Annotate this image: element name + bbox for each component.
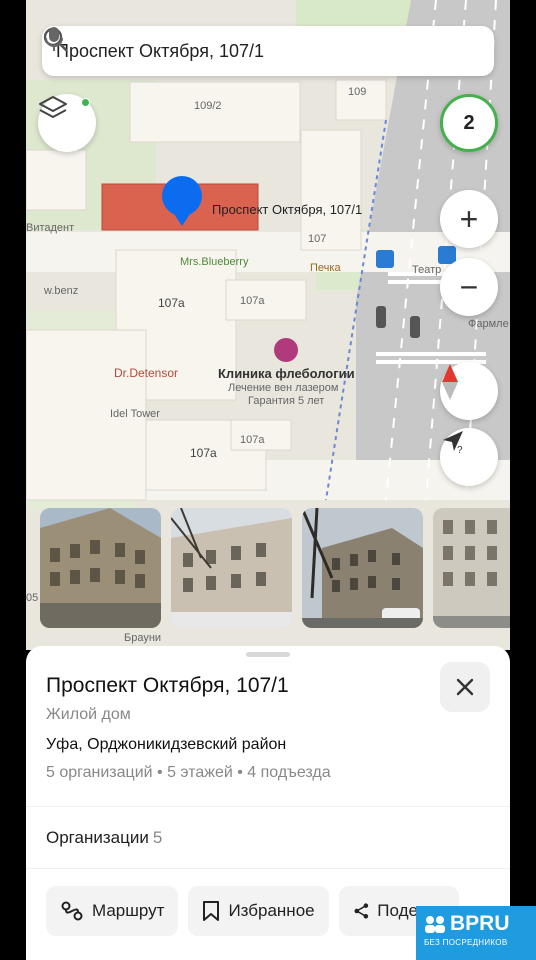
close-button[interactable] — [440, 662, 490, 712]
search-bar[interactable]: Проспект Октября, 107/1 — [42, 26, 494, 76]
map-label-107: 107 — [308, 233, 327, 245]
map-label-107a-3: 107a — [240, 434, 265, 446]
location-arrow-icon: ? — [443, 431, 463, 454]
watermark-tagline: БЕЗ ПОСРЕДНИКОВ — [424, 938, 508, 947]
action-bar: Маршрут Избранное Поделит — [46, 886, 459, 936]
layers-indicator-dot — [81, 98, 90, 107]
map-label-vitadent: Витадент — [26, 222, 75, 234]
watermark-badge: BPRU БЕЗ ПОСРЕДНИКОВ — [416, 906, 536, 960]
my-location-button[interactable]: ? — [440, 428, 498, 486]
building-photo[interactable] — [302, 508, 423, 628]
building-photo[interactable] — [171, 508, 292, 628]
route-label: Маршрут — [92, 901, 165, 920]
floor-counter-button[interactable]: 2 — [440, 94, 498, 152]
map-label-109-2: 109/2 — [194, 100, 222, 112]
map-label-109: 109 — [348, 86, 367, 98]
sheet-grabber[interactable] — [246, 652, 290, 657]
share-icon — [354, 903, 368, 919]
divider — [26, 868, 510, 869]
map-label-clinic-sub1: Лечение вен лазером — [228, 382, 339, 394]
map-label-teatr[interactable]: Театр — [412, 264, 441, 276]
layers-icon — [39, 96, 67, 118]
divider — [26, 806, 510, 807]
map-label-dr-detensor[interactable]: Dr.Detensor — [114, 366, 178, 380]
map-label-idel-tower: Idel Tower — [110, 408, 160, 420]
map-label-107a-4: 107a — [190, 446, 217, 460]
map-label-mrs-blueberry[interactable]: Mrs.Blueberry — [180, 256, 248, 268]
compass-icon — [442, 364, 458, 400]
watermark-brand: BPRU — [450, 912, 510, 935]
place-stats: 5 организаций • 5 этажей • 4 подъезда — [46, 764, 331, 781]
route-icon — [61, 901, 83, 921]
map-label-clinic-sub2: Гарантия 5 лет — [248, 395, 325, 407]
zoom-out-button[interactable]: − — [440, 258, 498, 316]
map-label-clinic[interactable]: Клиника флебологии — [218, 366, 355, 381]
svg-text:?: ? — [457, 445, 463, 454]
organizations-row[interactable]: Организации 5 — [46, 828, 162, 848]
zoom-in-button[interactable]: + — [440, 190, 498, 248]
place-address: Уфа, Орджоникидзевский район — [46, 736, 287, 753]
place-title: Проспект Октября, 107/1 — [46, 674, 289, 697]
building-photo[interactable] — [40, 508, 161, 628]
layers-button[interactable] — [38, 94, 96, 152]
place-type: Жилой дом — [46, 706, 131, 723]
phone-screen: 109/2 109 107 Витадент Mrs.Blueberry Печ… — [26, 0, 510, 960]
map-label-05: 05 — [26, 592, 39, 604]
map-label-107a-1: 107a — [158, 296, 185, 310]
map-label-farmlend[interactable]: Фармле — [468, 318, 509, 330]
compass-button[interactable] — [440, 362, 498, 420]
people-icon — [425, 916, 445, 933]
microphone-icon[interactable] — [42, 26, 66, 52]
map-label-wbenz[interactable]: w.benz — [44, 285, 78, 297]
building-photo[interactable] — [433, 508, 510, 628]
pin-label: Проспект Октября, 107/1 — [212, 202, 363, 217]
map-view[interactable]: 109/2 109 107 Витадент Mrs.Blueberry Печ… — [26, 0, 510, 650]
organizations-label: Организации — [46, 828, 149, 847]
map-label-107a-2: 107a — [240, 295, 265, 307]
organizations-count: 5 — [152, 828, 163, 847]
search-query[interactable]: Проспект Октября, 107/1 — [56, 41, 480, 62]
close-icon — [456, 678, 474, 696]
bookmark-icon — [203, 901, 220, 921]
minus-icon: − — [459, 268, 479, 305]
favorite-button[interactable]: Избранное — [188, 886, 329, 936]
plus-icon: + — [459, 200, 479, 237]
map-label-pechka[interactable]: Печка — [310, 262, 341, 274]
route-button[interactable]: Маршрут — [46, 886, 179, 936]
map-label-braunie[interactable]: Брауни — [124, 632, 161, 644]
photo-gallery[interactable] — [40, 508, 510, 628]
floor-count: 2 — [463, 111, 475, 134]
favorite-label: Избранное — [228, 901, 315, 920]
